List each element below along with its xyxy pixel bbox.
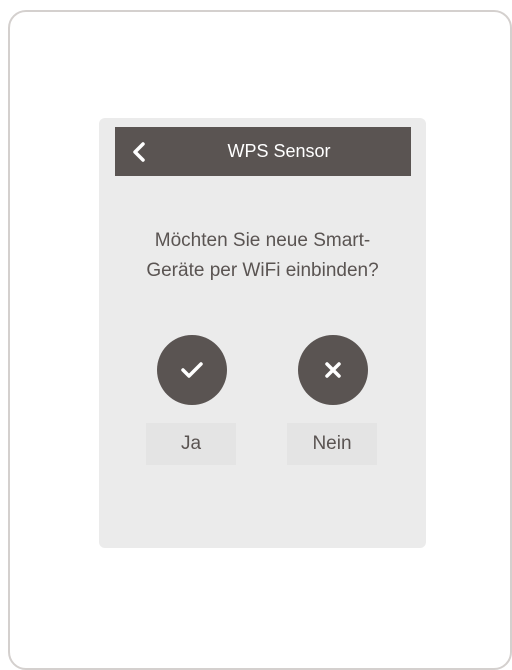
yes-label-box[interactable]: Ja [146, 423, 236, 465]
no-button[interactable]: Nein [287, 335, 377, 465]
close-icon [325, 362, 341, 378]
no-circle[interactable] [298, 335, 368, 405]
question-line-1: Möchten Sie neue Smart- [154, 230, 371, 251]
no-label-box[interactable]: Nein [287, 423, 377, 465]
back-button[interactable] [115, 127, 163, 176]
thermostat-screen: WPS Sensor Möchten Sie neue Smart- Gerät… [99, 118, 426, 548]
question-line-2: Geräte per WiFi einbinden? [146, 260, 379, 281]
yes-circle[interactable] [157, 335, 227, 405]
checkmark-icon [181, 362, 203, 378]
page-title: WPS Sensor [227, 141, 331, 161]
yes-label: Ja [180, 433, 202, 454]
yes-button[interactable]: Ja [146, 335, 236, 465]
chevron-left-icon [133, 141, 145, 162]
header-bar: WPS Sensor [115, 127, 411, 176]
no-label: Nein [312, 433, 352, 454]
question-text: Möchten Sie neue Smart- Geräte per WiFi … [99, 226, 426, 286]
